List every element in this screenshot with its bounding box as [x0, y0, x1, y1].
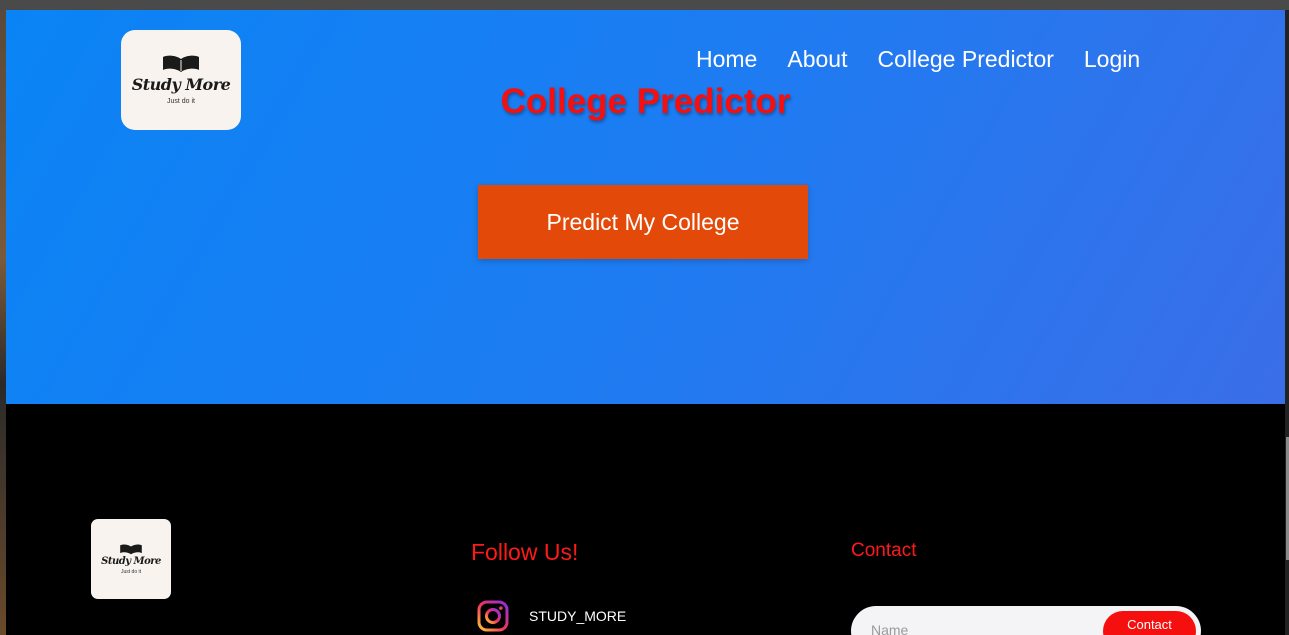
nav-item-home[interactable]: Home: [696, 46, 757, 73]
contact-button[interactable]: Contact: [1103, 611, 1196, 635]
contact-heading: Contact: [851, 540, 917, 561]
footer-logo-tagline: Just do it: [120, 568, 141, 575]
main-nav: Home About College Predictor Login: [696, 46, 1170, 73]
nav-item-about[interactable]: About: [787, 46, 847, 73]
page-title: College Predictor: [500, 82, 791, 121]
instagram-handle: STUDY_MORE: [529, 608, 627, 624]
open-book-icon: [120, 544, 142, 554]
footer-logo-wordmark: Study More: [101, 555, 161, 567]
contact-name-input[interactable]: [871, 622, 1091, 635]
instagram-link[interactable]: STUDY_MORE: [476, 599, 626, 633]
footer-logo[interactable]: Study More Just do it: [91, 519, 171, 599]
nav-item-college-predictor[interactable]: College Predictor: [877, 46, 1053, 73]
browser-top-strip: [0, 0, 1289, 10]
contact-form: Contact: [851, 606, 1201, 635]
predict-college-button[interactable]: Predict My College: [478, 185, 808, 259]
instagram-icon: [477, 600, 509, 632]
open-book-icon: [163, 55, 199, 72]
follow-us-heading: Follow Us!: [471, 539, 579, 565]
site-footer: Study More Just do it Follow Us! STUDY_M…: [6, 404, 1285, 635]
nav-item-login[interactable]: Login: [1084, 46, 1140, 73]
hero-section: Study More Just do it Home About College…: [6, 10, 1285, 404]
